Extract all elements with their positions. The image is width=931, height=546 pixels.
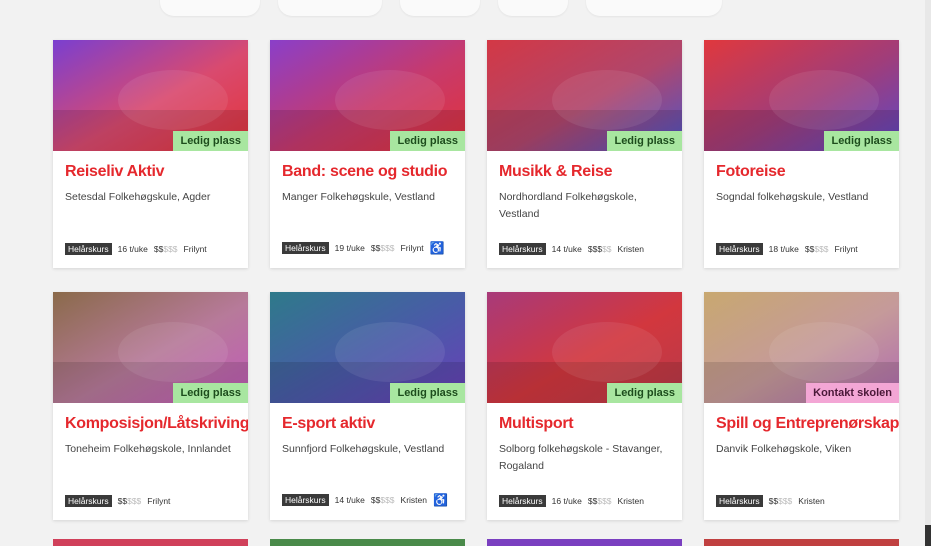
course-image: Ledig plass: [704, 40, 899, 151]
course-image: Kontakt skolen: [704, 292, 899, 403]
course-card-image-preview[interactable]: [270, 539, 465, 546]
scrollbar[interactable]: [925, 0, 931, 546]
course-title[interactable]: Reiseliv Aktiv: [53, 151, 248, 181]
school-name: Nordhordland Folkehøgskole, Vestland: [499, 191, 637, 220]
price-level: $$$$$: [768, 496, 793, 506]
course-meta: Helårskurs $$$$$ Kristen: [716, 495, 825, 507]
course-meta: Helårskurs 16 t/uke $$$$$ Frilynt: [65, 243, 207, 255]
school-profile: Kristen: [400, 495, 427, 505]
school-profile: Frilynt: [183, 244, 207, 254]
course-title[interactable]: Spill og Entreprenørskap: [704, 403, 899, 433]
course-card[interactable]: Ledig plass E-sport aktiv Sunnfjord Folk…: [270, 292, 465, 520]
availability-badge: Ledig plass: [607, 383, 682, 403]
price-level: $$$$$: [153, 244, 178, 254]
availability-badge: Ledig plass: [390, 383, 465, 403]
course-card[interactable]: Ledig plass Band: scene og studio Manger…: [270, 40, 465, 268]
course-image: Ledig plass: [487, 292, 682, 403]
school-profile: Frilynt: [147, 496, 171, 506]
availability-badge: Kontakt skolen: [806, 383, 899, 403]
school-profile: Kristen: [798, 496, 825, 506]
school-name: Sunnfjord Folkehøgskule, Vestland: [282, 443, 445, 455]
hours-per-week: 18 t/uke: [768, 244, 799, 254]
school-name: Manger Folkehøgskule, Vestland: [282, 191, 435, 203]
course-image: Ledig plass: [270, 40, 465, 151]
course-card[interactable]: Ledig plass Musikk & Reise Nordhordland …: [487, 40, 682, 268]
availability-badge: Ledig plass: [390, 131, 465, 151]
course-card[interactable]: Kontakt skolen Spill og Entreprenørskap …: [704, 292, 899, 520]
course-grid: Ledig plass Reiseliv Aktiv Setesdal Folk…: [53, 40, 899, 520]
course-meta: Helårskurs $$$$$ Frilynt: [65, 495, 170, 507]
course-title[interactable]: Musikk & Reise: [487, 151, 682, 181]
course-title[interactable]: Komposisjon/Låtskriving: [53, 403, 248, 433]
course-card-image-preview[interactable]: [53, 539, 248, 546]
availability-badge: Ledig plass: [607, 131, 682, 151]
course-type-tag: Helårskurs: [65, 243, 112, 255]
price-level: $$$$$: [587, 496, 612, 506]
school-name: Setesdal Folkehøgskule, Agder: [65, 191, 211, 203]
school-name: Toneheim Folkehøgskole, Innlandet: [65, 443, 231, 455]
course-type-tag: Helårskurs: [282, 242, 329, 254]
course-type-tag: Helårskurs: [499, 495, 546, 507]
course-meta: Helårskurs 19 t/uke $$$$$ Frilynt ♿: [282, 241, 445, 255]
course-meta: Helårskurs 14 t/uke $$$$$ Kristen: [499, 243, 644, 255]
course-title[interactable]: Fotoreise: [704, 151, 899, 181]
course-card[interactable]: Ledig plass Fotoreise Sogndal folkehøgsk…: [704, 40, 899, 268]
price-level: $$$$$: [370, 495, 395, 505]
course-card[interactable]: Ledig plass Reiseliv Aktiv Setesdal Folk…: [53, 40, 248, 268]
hours-per-week: 16 t/uke: [551, 496, 582, 506]
hours-per-week: 14 t/uke: [334, 495, 365, 505]
course-card[interactable]: Ledig plass Multisport Solborg folkehøgs…: [487, 292, 682, 520]
course-type-tag: Helårskurs: [282, 494, 329, 506]
availability-badge: Ledig plass: [824, 131, 899, 151]
price-level: $$$$$: [370, 243, 395, 253]
course-type-tag: Helårskurs: [65, 495, 112, 507]
course-card-image-preview[interactable]: [487, 539, 682, 546]
filter-tab[interactable]: [400, 0, 480, 16]
course-title[interactable]: Band: scene og studio: [270, 151, 465, 181]
top-filter-tabs: [160, 0, 722, 16]
school-name: Solborg folkehøgskole - Stavanger, Rogal…: [499, 443, 663, 472]
course-image: Ledig plass: [270, 292, 465, 403]
school-name: Danvik Folkehøgskole, Viken: [716, 443, 852, 455]
school-profile: Kristen: [617, 496, 644, 506]
filter-tab[interactable]: [498, 0, 568, 16]
course-meta: Helårskurs 18 t/uke $$$$$ Frilynt: [716, 243, 858, 255]
school-profile: Kristen: [617, 244, 644, 254]
course-type-tag: Helårskurs: [499, 243, 546, 255]
school-name: Sogndal folkehøgskule, Vestland: [716, 191, 869, 203]
course-type-tag: Helårskurs: [716, 243, 763, 255]
hours-per-week: 19 t/uke: [334, 243, 365, 253]
scrollbar-thumb[interactable]: [925, 525, 931, 546]
hours-per-week: 16 t/uke: [117, 244, 148, 254]
course-meta: Helårskurs 16 t/uke $$$$$ Kristen: [499, 495, 644, 507]
school-profile: Frilynt: [400, 243, 424, 253]
filter-tab[interactable]: [586, 0, 722, 16]
wheelchair-icon: ♿: [429, 241, 445, 255]
course-meta: Helårskurs 14 t/uke $$$$$ Kristen ♿: [282, 493, 448, 507]
next-row-preview: [53, 539, 899, 546]
course-card[interactable]: Ledig plass Komposisjon/Låtskriving Tone…: [53, 292, 248, 520]
school-profile: Frilynt: [834, 244, 858, 254]
filter-tab[interactable]: [160, 0, 260, 16]
course-type-tag: Helårskurs: [716, 495, 763, 507]
course-image: Ledig plass: [487, 40, 682, 151]
course-card-image-preview[interactable]: [704, 539, 899, 546]
hours-per-week: 14 t/uke: [551, 244, 582, 254]
course-title[interactable]: Multisport: [487, 403, 682, 433]
availability-badge: Ledig plass: [173, 131, 248, 151]
availability-badge: Ledig plass: [173, 383, 248, 403]
course-title[interactable]: E-sport aktiv: [270, 403, 465, 433]
course-image: Ledig plass: [53, 292, 248, 403]
wheelchair-icon: ♿: [433, 493, 448, 507]
price-level: $$$$$: [804, 244, 829, 254]
price-level: $$$$$: [587, 244, 612, 254]
course-image: Ledig plass: [53, 40, 248, 151]
price-level: $$$$$: [117, 496, 142, 506]
filter-tab[interactable]: [278, 0, 382, 16]
